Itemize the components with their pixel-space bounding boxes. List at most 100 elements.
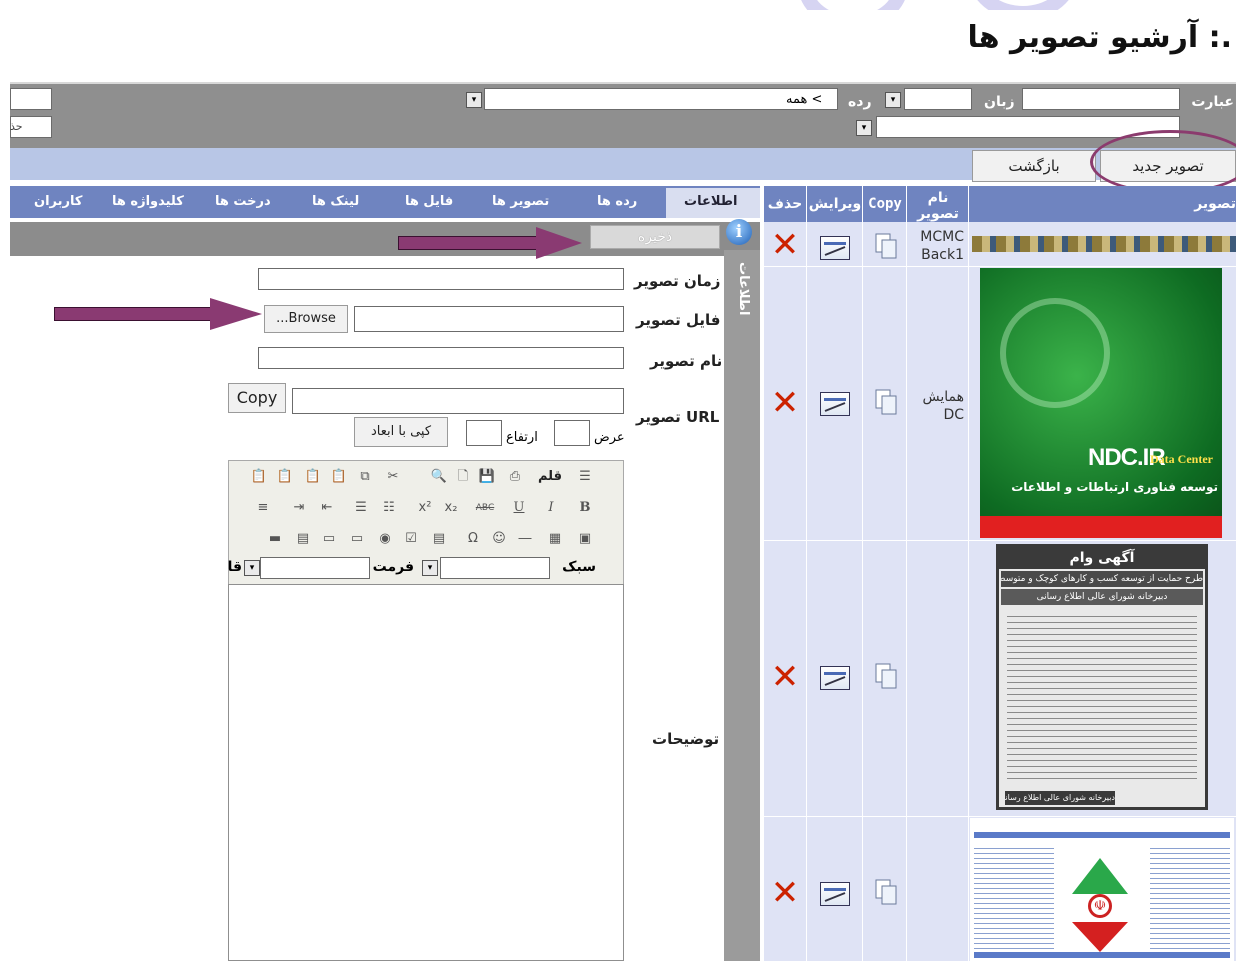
image-url-input[interactable] [292, 388, 624, 414]
align-icon[interactable]: ≡ [254, 499, 272, 517]
hr-icon[interactable]: ― [516, 530, 534, 548]
preview-icon[interactable]: 🔍 [430, 468, 448, 486]
save-button[interactable]: ذخیره [590, 225, 720, 249]
delete-icon[interactable]: ✕ [768, 228, 802, 262]
field2-dropdown-icon[interactable]: ▾ [856, 120, 872, 136]
paste-special-icon[interactable]: 📋 [250, 468, 268, 486]
strike-icon[interactable]: ABC [472, 499, 498, 517]
editor-content-area[interactable] [228, 584, 624, 961]
copy-doc-icon[interactable]: ⧉ [356, 468, 374, 486]
language-label: زبان [984, 94, 1015, 110]
textfield-icon[interactable]: ▭ [348, 530, 366, 548]
subscript-icon[interactable]: x₂ [442, 499, 460, 517]
tab-trees[interactable]: درخت ها [215, 194, 271, 209]
tab-images[interactable]: تصویر ها [492, 194, 549, 209]
edit-icon[interactable] [820, 392, 850, 416]
col-line-2 [862, 186, 863, 961]
editor-style-select[interactable] [440, 557, 550, 579]
site-nav [974, 832, 1230, 838]
phrase-input[interactable] [1022, 88, 1180, 110]
copy-icon[interactable] [874, 388, 898, 416]
editor-font-dropdown-icon[interactable]: ▾ [244, 560, 260, 576]
site-text-left [974, 844, 1054, 954]
row-line-3 [764, 816, 1236, 817]
superscript-icon[interactable]: x² [416, 499, 434, 517]
tab-categories[interactable]: رده ها [597, 194, 637, 209]
special-char-icon[interactable]: Ω [464, 530, 482, 548]
thumb-loan-ad[interactable]: آگهی وام طرح حمایت از توسعه کسب و کارهای… [996, 544, 1208, 810]
delete-icon[interactable]: ✕ [768, 386, 802, 420]
style-font-label[interactable]: قلم [532, 468, 568, 486]
image-url-label: URL تصویر [636, 408, 720, 426]
category-select[interactable] [484, 88, 838, 110]
image-file-input[interactable] [354, 306, 624, 332]
radio-icon[interactable]: ◉ [376, 530, 394, 548]
width-label: عرض [594, 430, 625, 445]
thumb-ndc[interactable]: NDC.IR Data Center توسعه فناوری ارتباطات… [980, 268, 1222, 538]
image-file-label: فایل تصویر [636, 311, 721, 329]
back-button[interactable]: بازگشت [972, 150, 1096, 182]
new-page-icon[interactable]: 🗋 [454, 468, 472, 486]
description-label: توضیحات [652, 730, 720, 748]
tab-users[interactable]: کاربران [34, 194, 82, 209]
annotation-arrow-browse-head [210, 298, 262, 330]
col-line-1 [806, 186, 807, 961]
tab-links[interactable]: لینک ها [312, 194, 359, 209]
image-time-input[interactable] [258, 268, 624, 290]
annotation-arrow-browse-shaft [54, 307, 212, 321]
editor-toolbar-row-3: ▣ ▦ ― ☺ Ω ▤ ☑ ◉ ▭ ▭ ▤ ▬ [228, 524, 624, 554]
editor-font-select[interactable] [260, 557, 370, 579]
editor-style-dropdown-icon[interactable]: ▾ [422, 560, 438, 576]
width-input[interactable] [554, 420, 590, 446]
row-2-name: همایش DC [922, 389, 965, 423]
textarea-icon[interactable]: ▭ [320, 530, 338, 548]
copy-icon[interactable] [874, 878, 898, 906]
ad-sub2: دبیرخانه شورای عالی اطلاع رسانی [1001, 589, 1203, 605]
paste-text-icon[interactable]: 📋 [304, 468, 322, 486]
bold-icon[interactable]: B [576, 499, 594, 517]
browse-button[interactable]: Browse... [264, 305, 348, 333]
copy-with-dimensions-button[interactable]: کپی با ابعاد [354, 417, 448, 447]
language-input[interactable] [904, 88, 972, 110]
image-insert-icon[interactable]: ▣ [576, 530, 594, 548]
indent-icon[interactable]: ⇥ [290, 499, 308, 517]
edit-icon[interactable] [820, 882, 850, 906]
print-icon[interactable]: ⎙ [506, 468, 524, 486]
language-dropdown-icon[interactable]: ▾ [885, 92, 901, 108]
form-icon[interactable]: ▤ [430, 530, 448, 548]
ad-footer: دبیرخانه شورای عالی اطلاع رسانی [1005, 791, 1115, 805]
copy-icon[interactable] [874, 662, 898, 690]
underline-icon[interactable]: U [510, 499, 528, 517]
tab-keywords[interactable]: کلیدواژه ها [112, 194, 184, 209]
edit-icon[interactable] [820, 236, 850, 260]
delete-icon[interactable]: ✕ [768, 660, 802, 694]
save-doc-icon[interactable]: 💾 [478, 468, 496, 486]
table-icon[interactable]: ▦ [546, 530, 564, 548]
outdent-icon[interactable]: ⇤ [318, 499, 336, 517]
tab-files[interactable]: فایل ها [405, 194, 453, 209]
edit-icon[interactable] [820, 666, 850, 690]
editor-toolbar-row-2: B I U ABC x₂ x² ☷ ☰ ⇤ ⇥ ≡ [228, 493, 624, 523]
italic-icon[interactable]: I [542, 499, 560, 517]
delete-icon[interactable]: ✕ [768, 876, 802, 910]
height-input[interactable] [466, 420, 502, 446]
select-icon[interactable]: ▤ [294, 530, 312, 548]
copy-url-button[interactable]: Copy [228, 383, 286, 413]
smiley-icon[interactable]: ☺ [490, 530, 508, 548]
ordered-list-icon[interactable]: ☷ [380, 499, 398, 517]
paste-word-icon[interactable]: 📋 [276, 468, 294, 486]
paste-icon[interactable]: 📋 [330, 468, 348, 486]
editor-font-label: قا [228, 559, 242, 575]
checkbox-icon[interactable]: ☑ [402, 530, 420, 548]
thumb-mcmc[interactable] [972, 236, 1236, 252]
source-icon[interactable]: ☰ [576, 468, 594, 486]
ndc-red-strip [980, 516, 1222, 538]
cut-icon[interactable]: ✂ [384, 468, 402, 486]
bullet-list-icon[interactable]: ☰ [352, 499, 370, 517]
button-icon[interactable]: ▬ [266, 530, 284, 548]
category-dropdown-icon[interactable]: ▾ [466, 92, 482, 108]
image-name-input[interactable] [258, 347, 624, 369]
thumb-website[interactable]: ☫ [970, 818, 1234, 961]
tab-info[interactable]: اطلاعات [684, 194, 737, 209]
copy-icon[interactable] [874, 232, 898, 260]
